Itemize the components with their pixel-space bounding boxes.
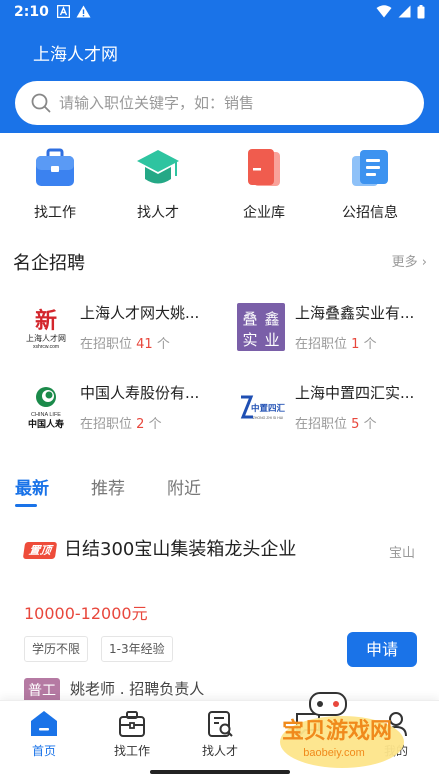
search-bar[interactable] [15, 81, 424, 125]
company-name: 上海人才网大姚... [80, 304, 200, 322]
svg-text:鑫: 鑫 [264, 310, 279, 328]
job-title[interactable]: 日结300宝山集装箱龙头企业 [24, 535, 324, 565]
home-indicator [150, 770, 290, 774]
briefcase-icon [36, 148, 74, 186]
company-card[interactable]: CHINA LIFE 中国人寿 中国人寿股份有... 在招职位 2 个 [22, 382, 210, 432]
company-card[interactable]: 叠 鑫 实 业 上海叠鑫实业有... 在招职位 1 个 [237, 302, 425, 352]
quick-entry-label: 找工作 [34, 205, 76, 221]
status-bar: 2:10 [0, 0, 439, 26]
tab-recommended[interactable]: 推荐 [91, 474, 125, 499]
document-stack-icon [352, 150, 388, 186]
recruiter-info: 姚老师 . 招聘负责人 [70, 680, 205, 698]
quick-entry-find-talent[interactable]: 找人才 [103, 146, 213, 222]
company-job-count: 在招职位 2 个 [80, 417, 162, 432]
app-title: 上海人才网 [33, 45, 118, 65]
svg-text:中国人寿: 中国人寿 [28, 418, 64, 430]
nav-home[interactable]: 首页 [0, 709, 88, 759]
svg-text:中置四汇: 中置四汇 [251, 403, 285, 414]
company-name: 上海中置四汇实... [295, 384, 415, 402]
svg-text:新: 新 [35, 308, 57, 333]
notification-a-icon [57, 5, 70, 18]
job-salary: 10000-12000元 [24, 604, 148, 623]
graduation-cap-icon [137, 150, 179, 184]
apply-button[interactable]: 申请 [347, 632, 417, 667]
search-icon [31, 93, 51, 113]
svg-text:baobeiy.com: baobeiy.com [303, 747, 365, 759]
tab-nearby[interactable]: 附近 [167, 474, 201, 499]
app-header: 2:10 上海人才网 [0, 0, 439, 133]
nav-find-job[interactable]: 找工作 [88, 709, 176, 759]
warning-icon [76, 5, 91, 18]
company-name: 中国人寿股份有... [80, 384, 200, 402]
company-logo: 新 上海人才网 xshrcw.com [22, 303, 70, 351]
job-location: 宝山 [388, 546, 415, 561]
tab-latest[interactable]: 最新 [15, 474, 49, 499]
company-logo: 叠 鑫 实 业 [237, 303, 285, 351]
quick-entry-find-job[interactable]: 找工作 [0, 146, 110, 222]
company-job-count: 在招职位 41 个 [80, 337, 170, 352]
svg-text:xshrcw.com: xshrcw.com [33, 344, 59, 350]
battery-icon [417, 5, 425, 19]
resume-search-icon [208, 711, 233, 737]
quick-entry-label: 企业库 [243, 205, 285, 221]
company-logo: CHINA LIFE 中国人寿 [22, 383, 70, 431]
status-time: 2:10 [14, 4, 49, 20]
company-logo: 中置四汇 ZHONG ZHI SI HUI [237, 383, 285, 431]
svg-text:宝贝游戏网: 宝贝游戏网 [282, 718, 392, 744]
tab-indicator [15, 504, 37, 507]
svg-text:实: 实 [242, 331, 257, 349]
company-card[interactable]: 新 上海人才网 xshrcw.com 上海人才网大姚... 在招职位 41 个 [22, 302, 210, 352]
svg-text:上海人才网: 上海人才网 [26, 333, 66, 343]
nav-find-talent[interactable]: 找人才 [176, 709, 264, 759]
quick-entry-label: 找人才 [137, 205, 179, 221]
search-input[interactable] [59, 94, 389, 112]
quick-entry-company-library[interactable]: 企业库 [209, 146, 319, 222]
building-card-icon [248, 149, 280, 186]
svg-text:业: 业 [264, 331, 279, 349]
more-link[interactable]: 更多 › [392, 251, 427, 270]
featured-section-title: 名企招聘 [13, 253, 85, 274]
requirement-tag: 1-3年经验 [101, 636, 173, 662]
wifi-icon [376, 5, 392, 18]
company-card[interactable]: 中置四汇 ZHONG ZHI SI HUI 上海中置四汇实... 在招职位 5 … [237, 382, 425, 432]
quick-entry-label: 公招信息 [342, 205, 398, 221]
briefcase-icon [119, 711, 145, 737]
company-job-count: 在招职位 1 个 [295, 337, 377, 352]
requirement-tag: 学历不限 [24, 636, 89, 662]
signal-icon [398, 5, 411, 18]
home-icon [31, 711, 57, 736]
chevron-right-icon: › [421, 255, 427, 270]
svg-text:CHINA LIFE: CHINA LIFE [31, 412, 61, 418]
company-job-count: 在招职位 5 个 [295, 417, 377, 432]
svg-text:ZHONG ZHI SI HUI: ZHONG ZHI SI HUI [253, 416, 284, 420]
svg-text:叠: 叠 [242, 310, 257, 328]
company-name: 上海叠鑫实业有... [295, 304, 415, 322]
watermark: 宝贝游戏网 baobeiy.com [262, 690, 412, 770]
quick-entry-public-recruitment[interactable]: 公招信息 [315, 146, 425, 222]
